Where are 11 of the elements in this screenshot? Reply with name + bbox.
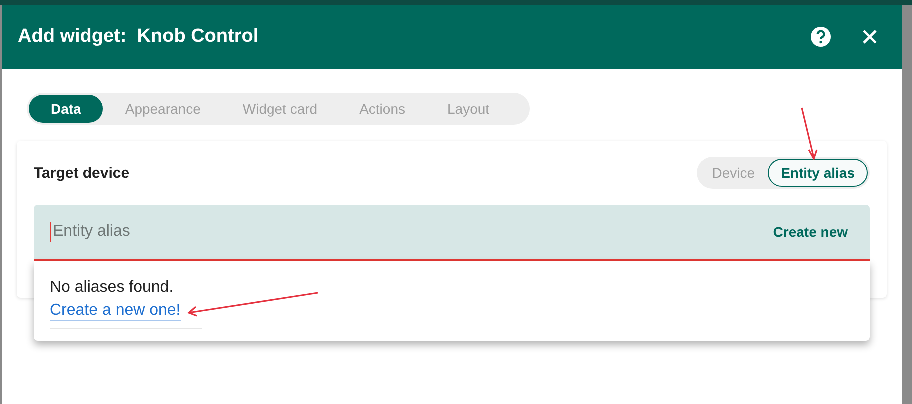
create-link[interactable]: Create a new one! [50,302,181,321]
close-icon[interactable] [862,29,878,45]
alias-field[interactable]: Entity alias Create new [34,205,870,261]
tab[interactable]: Data [29,95,104,123]
toggle-option[interactable]: Entity alias [768,159,868,187]
no-results-message: No aliases found. [50,279,174,297]
create-new-button[interactable]: Create new [767,223,854,241]
section-label: Target device [34,164,130,182]
dialog-title: Add widget: Knob Control [18,26,259,48]
annotation-arrow [800,106,820,162]
help-icon[interactable] [810,26,832,48]
